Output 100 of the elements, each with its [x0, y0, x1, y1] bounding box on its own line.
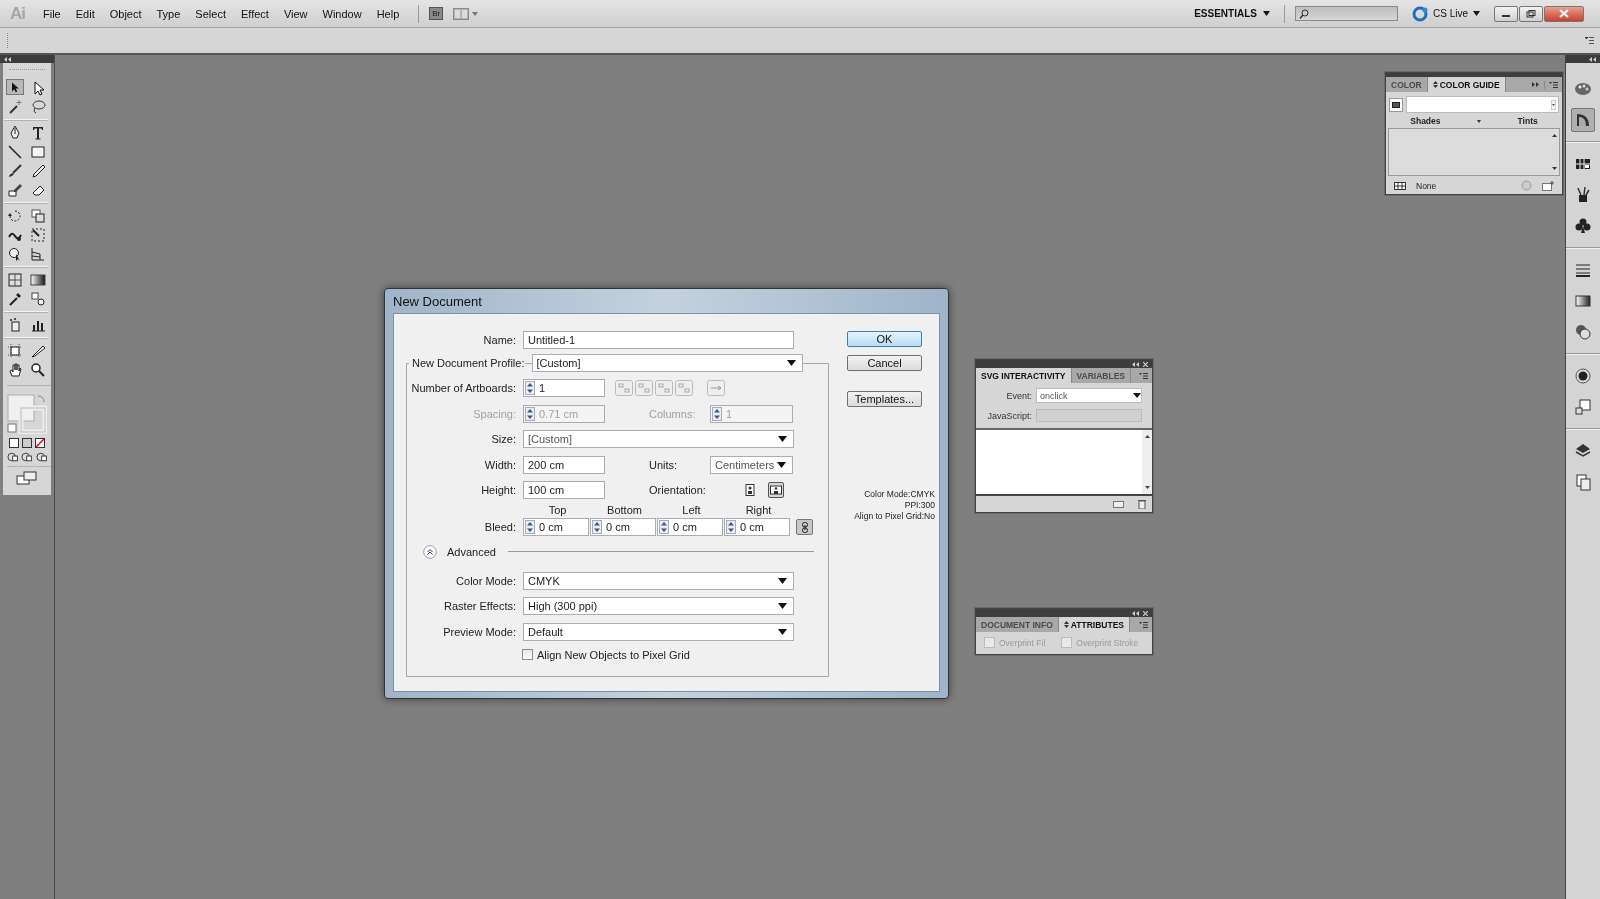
caret-icon[interactable]: [777, 461, 786, 468]
caret-icon[interactable]: [778, 436, 787, 443]
panel-tab[interactable]: VARIABLES: [1071, 368, 1132, 383]
link-button[interactable]: [796, 519, 813, 536]
color-wheel-icon[interactable]: [1521, 180, 1532, 191]
dropdown[interactable]: High (300 ppi): [523, 597, 794, 616]
menu-item[interactable]: View: [277, 5, 314, 22]
fill-square-icon[interactable]: [9, 438, 19, 448]
dropdown[interactable]: CMYK: [523, 571, 794, 590]
menu-item[interactable]: Help: [370, 5, 406, 22]
color-swatch[interactable]: [1389, 97, 1403, 112]
new-group-icon[interactable]: [1542, 180, 1554, 191]
menu-item[interactable]: Effect: [234, 5, 275, 22]
scroll-up-icon[interactable]: [1551, 134, 1557, 137]
panel-tab[interactable]: DOCUMENT INFO: [976, 617, 1059, 632]
spinner-icon[interactable]: [659, 520, 669, 535]
menu-item[interactable]: Select: [189, 5, 232, 22]
caret-icon[interactable]: [778, 577, 787, 584]
dropdown[interactable]: [Custom]: [531, 354, 803, 372]
dropdown[interactable]: Centimeters: [710, 455, 793, 474]
field-label: Name:: [482, 334, 516, 346]
column-label: Bottom: [606, 504, 643, 517]
arrange-documents-icon[interactable]: [453, 7, 470, 20]
spinner-icon[interactable]: [726, 520, 736, 535]
dropdown[interactable]: Default: [523, 622, 794, 641]
color-wedge-icon[interactable]: [1571, 108, 1595, 132]
panel-tab[interactable]: SVG INTERACTIVITY: [976, 368, 1072, 383]
caret-icon: [1263, 11, 1270, 16]
caret-icon[interactable]: [1477, 119, 1482, 123]
menu-item[interactable]: Window: [316, 5, 368, 22]
number-field[interactable]: 0 cm: [657, 518, 723, 537]
caret-icon[interactable]: [778, 628, 787, 635]
scroll-down-icon[interactable]: [1551, 167, 1557, 170]
gradient-icon[interactable]: [28, 271, 49, 289]
menu-item[interactable]: Object: [103, 5, 148, 22]
panel-tab[interactable]: COLOR: [1386, 77, 1428, 92]
text-field[interactable]: Untitled-1: [523, 331, 794, 349]
checkbox-label[interactable]: Align New Objects to Pixel Grid: [537, 648, 690, 661]
panel-menu-icon[interactable]: [1585, 37, 1594, 44]
gradient-square-icon[interactable]: [22, 438, 32, 448]
restore-icon[interactable]: [1526, 9, 1536, 18]
portrait-icon: [744, 483, 756, 496]
gripper-icon[interactable]: [6, 32, 9, 49]
draw-inside-icon[interactable]: [35, 452, 47, 462]
event-dropdown[interactable]: onclick: [1036, 388, 1142, 403]
panel-menu-icon[interactable]: [1139, 621, 1148, 628]
scroll-up-icon[interactable]: [1144, 435, 1150, 438]
dialog-button[interactable]: Templates...: [847, 391, 922, 407]
column-label: Tints: [1517, 116, 1538, 126]
collapse-chevron-icon[interactable]: [423, 544, 437, 559]
panel-menu-icon[interactable]: [1139, 372, 1148, 379]
menu-item[interactable]: File: [37, 5, 67, 22]
swatch-grid-icon[interactable]: [1394, 181, 1406, 190]
field-label: Height:: [480, 483, 516, 496]
field-label: New Document Profile:: [409, 357, 525, 369]
cs-live-button[interactable]: CS Live: [1410, 4, 1482, 23]
bridge-button[interactable]: Br: [429, 7, 444, 20]
search-field[interactable]: [1295, 6, 1398, 21]
text-field[interactable]: 200 cm: [523, 455, 605, 474]
none-swatch-icon[interactable]: [35, 438, 45, 448]
draw-behind-icon[interactable]: [21, 452, 33, 462]
landscape-button[interactable]: [768, 481, 784, 498]
trash-icon[interactable]: [1138, 499, 1146, 509]
number-field[interactable]: 0 cm: [724, 518, 790, 537]
spinner-icon[interactable]: [525, 520, 535, 535]
scroll-down-icon[interactable]: [1144, 486, 1150, 489]
status-text: None: [1416, 180, 1437, 191]
portrait-button[interactable]: [742, 481, 758, 498]
harmony-field[interactable]: [1406, 96, 1559, 113]
folder-icon[interactable]: [1113, 500, 1124, 508]
column-label: Left: [681, 504, 702, 517]
panel-menu-icon[interactable]: [1549, 81, 1558, 88]
javascript-field[interactable]: [1036, 409, 1142, 422]
close-icon[interactable]: [1143, 361, 1148, 367]
number-field[interactable]: 0 cm: [590, 518, 656, 537]
spinner-icon[interactable]: [592, 520, 602, 535]
dialog-button[interactable]: Cancel: [847, 355, 922, 371]
workspace-switcher[interactable]: ESSENTIALS: [1190, 6, 1274, 21]
spinner-icon[interactable]: [525, 381, 535, 396]
field-label: Number of Artboards:: [410, 382, 516, 395]
field-label: Units:: [649, 458, 679, 471]
number-field[interactable]: 1: [523, 379, 605, 398]
draw-normal-icon[interactable]: [7, 452, 19, 462]
caret-icon[interactable]: [1133, 393, 1141, 398]
menu-item[interactable]: Type: [150, 5, 187, 22]
number-field[interactable]: 0 cm: [523, 518, 589, 537]
close-icon[interactable]: [1143, 610, 1148, 616]
caret-icon[interactable]: [786, 360, 796, 366]
dialog-button[interactable]: OK: [847, 331, 922, 347]
text-field[interactable]: 100 cm: [523, 480, 605, 499]
expand-icon[interactable]: [1532, 82, 1540, 87]
screen-mode-icon[interactable]: [16, 471, 38, 485]
checkbox[interactable]: [522, 649, 533, 661]
panel-tab[interactable]: ATTRIBUTES: [1058, 617, 1130, 632]
dropdown[interactable]: [Custom]: [523, 430, 794, 449]
caret-icon[interactable]: [778, 603, 787, 610]
menu-item[interactable]: Edit: [69, 5, 101, 22]
summary-text: Align to Pixel Grid:No: [853, 511, 935, 522]
summary-text: PPI:300: [903, 500, 935, 511]
panel-tab[interactable]: COLOR GUIDE: [1427, 77, 1506, 92]
